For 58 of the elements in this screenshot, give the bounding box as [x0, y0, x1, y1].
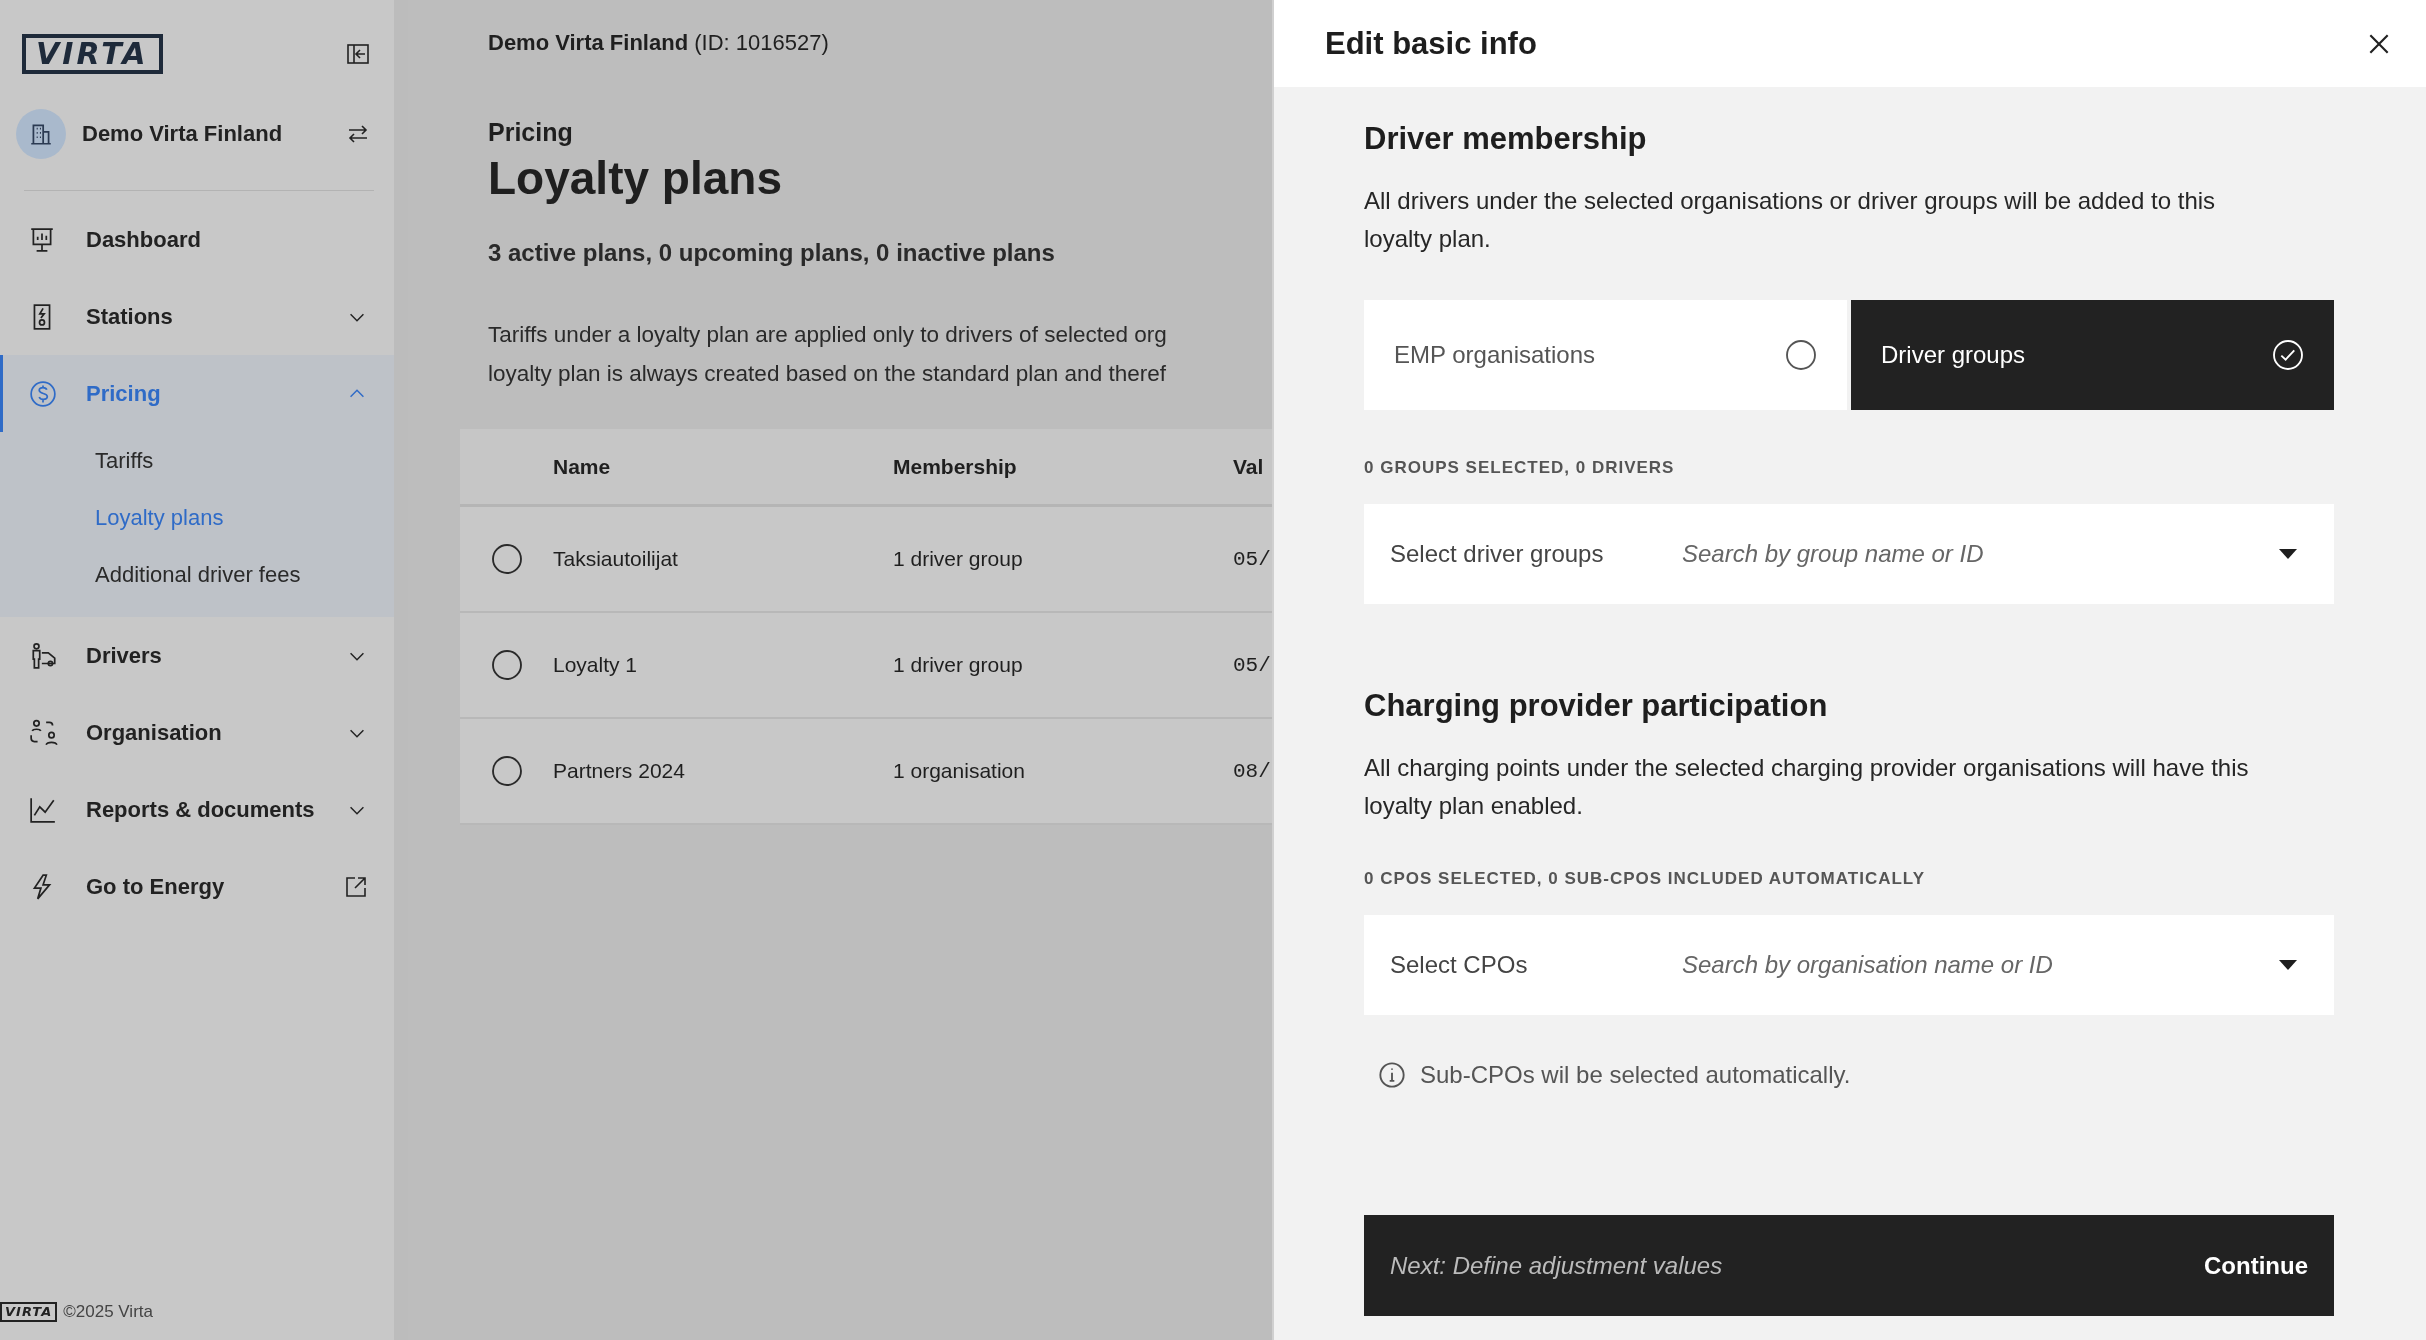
external-link-icon — [344, 874, 368, 899]
building-icon — [28, 121, 54, 147]
plan-summary: 3 active plans, 0 upcoming plans, 0 inactive plans — [488, 239, 1056, 267]
table-cell-text: Loyalty 1 — [553, 653, 639, 677]
logo: VIRTA — [22, 34, 163, 74]
table-cell: 05/ — [1233, 547, 1271, 571]
selection-counter: 0 CPOS SELECTED, 0 SUB-CPOS INCLUDED AUTOMATICALLY — [1364, 869, 1926, 889]
column-header: Name — [553, 454, 612, 479]
dollar-circle-icon — [29, 379, 57, 408]
nav-item[interactable]: Dashboard — [0, 201, 394, 278]
nav-item[interactable]: Reports & documents — [0, 771, 394, 848]
next-step-text: Next: Define adjustment values — [1390, 1251, 1723, 1280]
line-chart-icon — [29, 795, 57, 824]
table-cell-text: Taksiautoilijat — [553, 547, 679, 571]
dropdown-field[interactable]: Select CPOs Search by organisation name or ID — [1364, 915, 2334, 1015]
search-input[interactable]: Search by organisation name or ID — [1680, 950, 2278, 980]
copyright-text: ©2025 Virta — [63, 1302, 153, 1322]
selection-counter: 0 GROUPS SELECTED, 0 DRIVERS — [1364, 458, 1676, 478]
continue-button[interactable]: Continue — [2178, 1215, 2334, 1316]
breadcrumb: Pricing — [488, 118, 574, 147]
option-tile[interactable]: EMP organisations — [1364, 300, 1847, 410]
column-header: Membership — [893, 454, 1018, 479]
section-heading: Charging provider participation — [1364, 688, 1829, 724]
submenu-link[interactable]: Tariffs — [0, 432, 394, 489]
dialog-title: Edit basic info — [1325, 25, 1537, 62]
column-header: Val — [1233, 454, 1264, 479]
search-input[interactable]: Search by group name or ID — [1680, 539, 2278, 569]
org-heading: Demo Virta Finland (ID: 1016527) — [487, 29, 830, 57]
section-heading: Driver membership — [1364, 121, 1648, 157]
caret-down-icon — [2278, 959, 2298, 971]
table-cell-text: Partners 2024 — [553, 759, 686, 783]
table-cell: 05/ — [1233, 653, 1271, 677]
org-name: Demo Virta Finland — [82, 121, 284, 147]
footer-logo: VIRTA — [0, 1302, 58, 1322]
description-text: Tariffs under a loyalty plan are applied only to drivers of selected org — [488, 321, 1168, 349]
info-icon — [1378, 1061, 1406, 1089]
table-cell-text: 1 organisation — [893, 759, 1026, 783]
table-cell: 08/ — [1233, 759, 1271, 783]
nav-item[interactable]: Drivers — [0, 617, 394, 694]
driver-with-car-icon — [29, 641, 59, 670]
description-text: loyalty plan is always created based on the standard plan and theref — [488, 360, 1167, 388]
section-description: All charging points under the selected charging provider organisations will have this loyalty plan enabled. — [1364, 753, 2250, 821]
nav-item[interactable]: Stations — [0, 278, 394, 355]
people-exchange-icon — [29, 718, 59, 747]
section-description: All drivers under the selected organisations or driver groups will be added to this loyalty plan. — [1364, 186, 2217, 254]
collapse-sidebar-icon — [346, 42, 370, 66]
helper-text: Sub-CPOs wil be selected automatically. — [1420, 1061, 1851, 1089]
nav-item[interactable]: Go to Energy — [0, 848, 394, 925]
nav-item[interactable]: Organisation — [0, 694, 394, 771]
dropdown-field[interactable]: Select driver groups Search by group name or ID — [1364, 504, 2334, 604]
page-title: Loyalty plans — [488, 151, 783, 205]
option-tile[interactable]: Driver groups — [1851, 300, 2334, 410]
collapse-button[interactable] — [346, 42, 370, 66]
table-cell-text: 1 driver group — [893, 547, 1024, 571]
submenu-link[interactable]: Additional driver fees — [0, 546, 394, 603]
table-cell-text: 1 driver group — [893, 653, 1024, 677]
caret-down-icon — [2278, 548, 2298, 560]
presentation-board-icon — [29, 225, 55, 254]
